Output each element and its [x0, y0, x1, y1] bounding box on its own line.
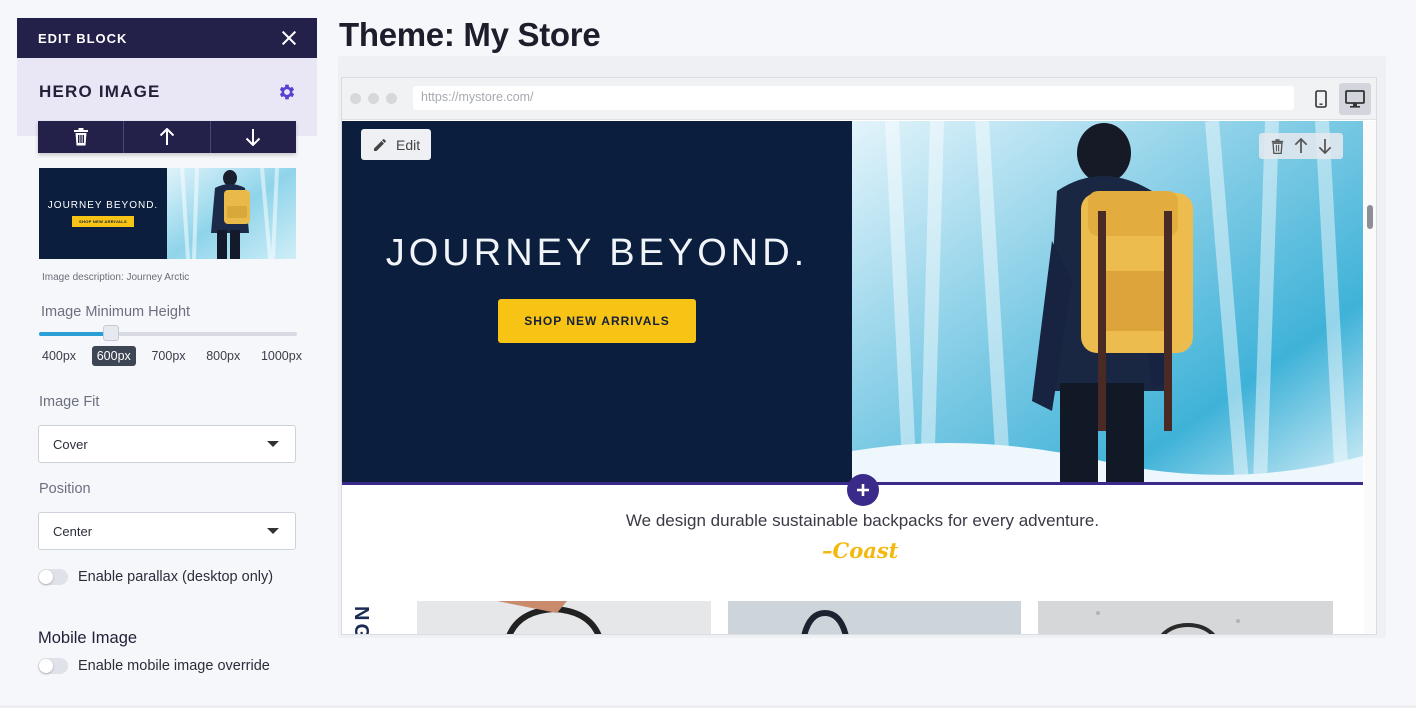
- edit-block-panel: EDIT BLOCK HERO IMAGE JOURNEY BEYOND. SH…: [17, 18, 317, 708]
- panel-title: EDIT BLOCK: [38, 30, 128, 46]
- product-card[interactable]: [1038, 601, 1333, 634]
- browser-chrome: https://mystore.com/: [342, 78, 1376, 120]
- url-bar: https://mystore.com/: [413, 86, 1294, 110]
- hero-block[interactable]: Edit JOURNEY BEYOND. SHOP NEW ARRIVALS: [342, 121, 1363, 483]
- arrow-down-icon: [246, 129, 261, 146]
- plus-icon: [857, 484, 869, 496]
- thumbnail-title: JOURNEY BEYOND.: [47, 200, 159, 211]
- mobile-override-row: Enable mobile image override: [38, 658, 270, 674]
- min-height-option[interactable]: 700px: [146, 346, 190, 366]
- shop-new-arrivals-button[interactable]: SHOP NEW ARRIVALS: [498, 298, 696, 343]
- position-label: Position: [39, 481, 91, 497]
- hero-text-panel: Edit JOURNEY BEYOND. SHOP NEW ARRIVALS: [342, 121, 852, 483]
- page-title: Theme: My Store: [339, 16, 601, 53]
- slider-fill: [39, 332, 111, 336]
- scrollbar-thumb[interactable]: [1367, 205, 1373, 229]
- move-block-down-button[interactable]: [211, 121, 296, 153]
- hero-title: JOURNEY BEYOND.: [385, 231, 809, 274]
- preview-scrollbar[interactable]: [1364, 121, 1376, 634]
- chevron-down-icon: [267, 528, 279, 534]
- mobile-image-section-title: Mobile Image: [38, 629, 138, 647]
- min-height-option[interactable]: 400px: [37, 346, 81, 366]
- min-height-option[interactable]: 600px: [91, 346, 136, 366]
- block-toolbar: [38, 121, 296, 153]
- parallax-row: Enable parallax (desktop only): [38, 569, 273, 585]
- min-height-label: Image Minimum Height: [41, 304, 191, 320]
- image-fit-label: Image Fit: [39, 394, 100, 410]
- arrow-down-icon[interactable]: [1313, 135, 1337, 157]
- thumbnail-text-side: JOURNEY BEYOND. SHOP NEW ARRIVALS: [39, 168, 167, 259]
- mobile-override-toggle[interactable]: [38, 658, 68, 674]
- mobile-override-label: Enable mobile image override: [78, 658, 270, 674]
- move-block-up-button[interactable]: [124, 121, 211, 153]
- gear-icon[interactable]: [277, 82, 297, 102]
- trash-icon[interactable]: [1265, 135, 1289, 157]
- vertical-section-label: NG: [350, 606, 372, 635]
- image-fit-value: Cover: [53, 436, 88, 452]
- position-select[interactable]: Center: [38, 512, 296, 550]
- browser-preview: https://mystore.com/ Edit JOURNEY BEYOND…: [341, 77, 1377, 635]
- desktop-device-icon[interactable]: [1339, 83, 1371, 115]
- arrow-up-icon: [159, 128, 175, 145]
- edit-button[interactable]: Edit: [361, 129, 432, 160]
- block-name: HERO IMAGE: [39, 82, 161, 101]
- image-fit-select[interactable]: Cover: [38, 425, 296, 463]
- mobile-device-icon[interactable]: [1309, 87, 1333, 111]
- chevron-down-icon: [267, 441, 279, 447]
- min-height-slider[interactable]: [39, 325, 297, 341]
- product-card[interactable]: [417, 601, 711, 634]
- trash-icon: [73, 128, 88, 146]
- pencil-icon: [374, 138, 386, 151]
- min-height-options: 400px 600px 700px 800px 1000px: [37, 346, 307, 366]
- close-icon[interactable]: [281, 30, 297, 46]
- position-value: Center: [53, 523, 93, 539]
- min-height-option[interactable]: 800px: [201, 346, 245, 366]
- parallax-toggle[interactable]: [38, 569, 68, 585]
- hero-photo: [852, 121, 1363, 483]
- arrow-up-icon[interactable]: [1289, 135, 1313, 157]
- brand-signature: –Coast: [822, 538, 899, 563]
- add-block-button[interactable]: [847, 474, 879, 506]
- product-card[interactable]: [728, 601, 1021, 634]
- slider-knob[interactable]: [103, 325, 119, 341]
- hero-image-thumbnail[interactable]: JOURNEY BEYOND. SHOP NEW ARRIVALS: [39, 168, 296, 259]
- window-dots: [350, 93, 404, 104]
- thumbnail-button: SHOP NEW ARRIVALS: [72, 216, 134, 227]
- delete-block-button[interactable]: [38, 121, 125, 153]
- hero-block-tools: [1259, 133, 1343, 159]
- panel-header: EDIT BLOCK: [17, 18, 317, 58]
- parallax-label: Enable parallax (desktop only): [78, 569, 274, 585]
- thumbnail-photo: [167, 168, 296, 259]
- app-root: EDIT BLOCK HERO IMAGE JOURNEY BEYOND. SH…: [0, 0, 1416, 708]
- image-description: Image description: Journey Arctic: [42, 272, 190, 283]
- edit-label: Edit: [396, 136, 421, 153]
- min-height-option[interactable]: 1000px: [256, 346, 307, 366]
- brand-tagline: We design durable sustainable backpacks …: [625, 511, 1100, 530]
